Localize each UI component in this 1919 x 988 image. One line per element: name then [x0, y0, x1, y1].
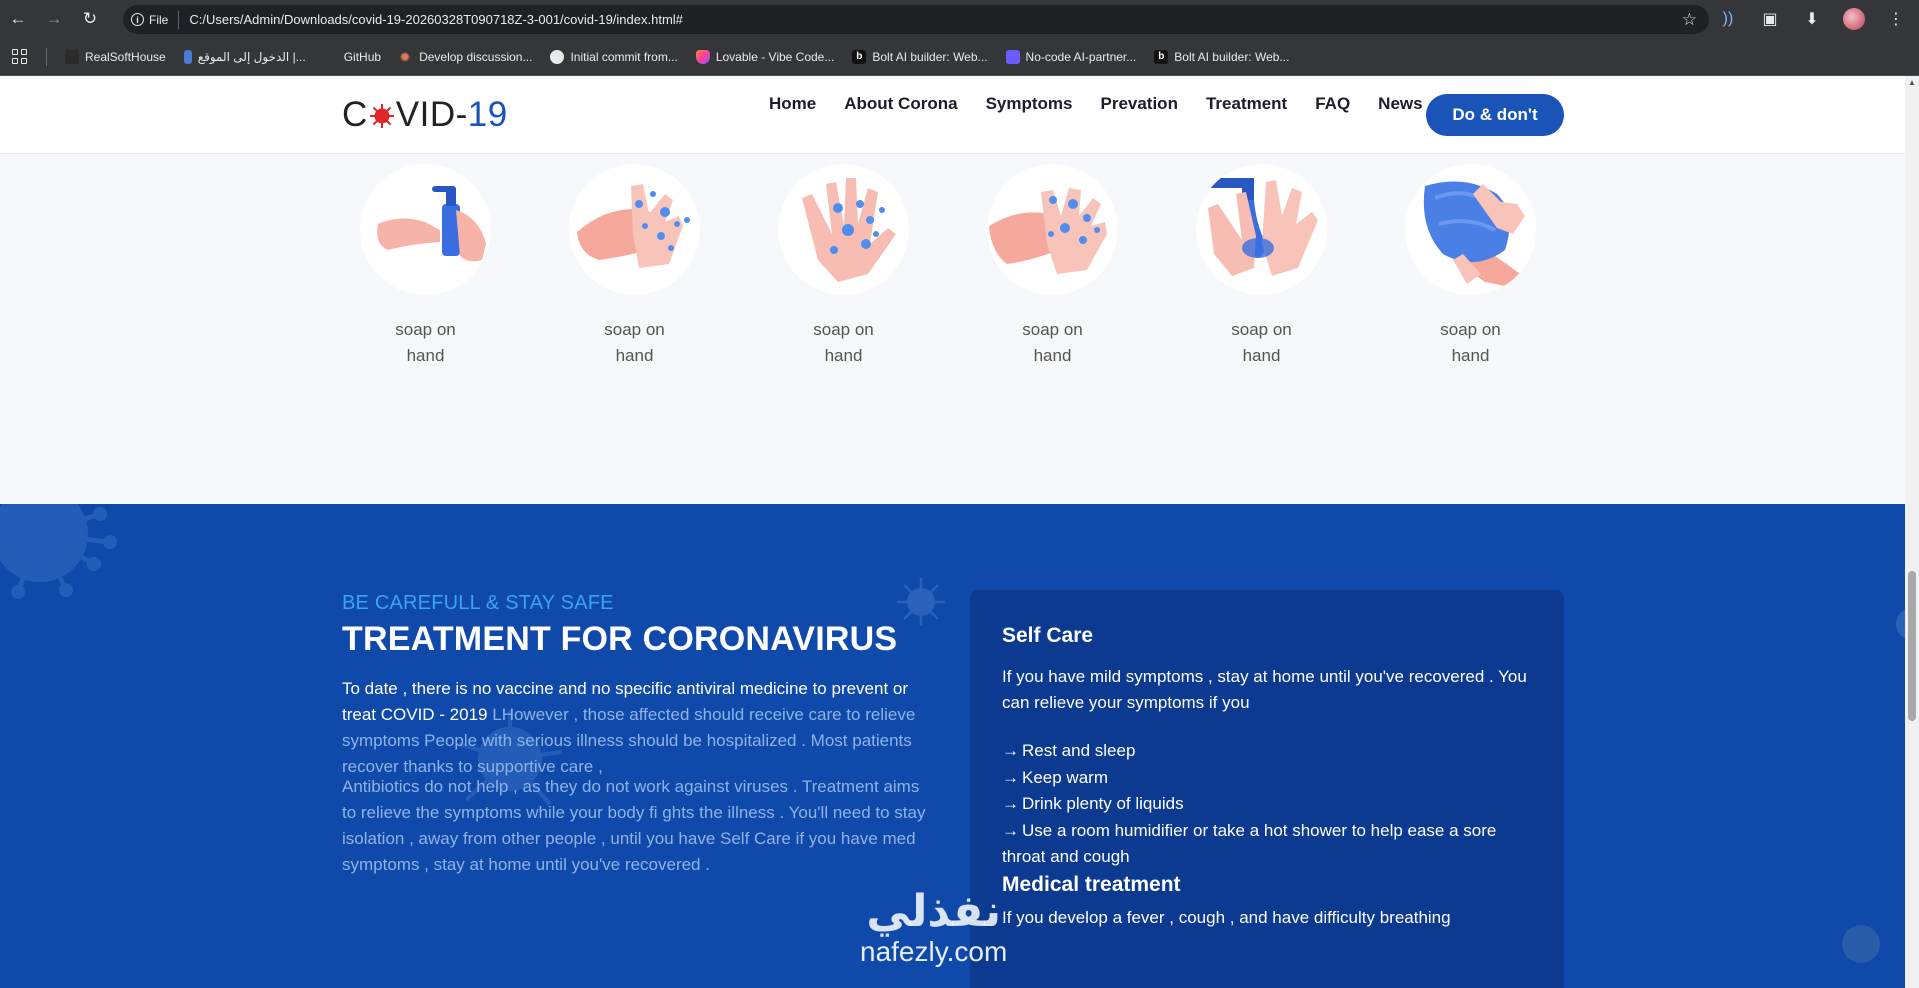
virus-logo-icon — [369, 104, 394, 128]
step-label: soap on hand — [1440, 320, 1501, 365]
list-item: → Keep warm — [1002, 767, 1108, 787]
bookmark-item[interactable]: ✹ Develop discussion... — [399, 50, 532, 64]
arrow-right-icon: → — [1002, 741, 1019, 760]
step-card: soap on hand — [778, 164, 909, 369]
browser-actions: )) ▣ ⬇ ⋮ — [1717, 0, 1919, 38]
bookmark-item[interactable]: GitHub — [324, 50, 381, 64]
address-bar[interactable]: i File C:/Users/Admin/Downloads/covid-19… — [123, 5, 1709, 34]
step-card: soap on hand — [987, 164, 1118, 369]
apps-grid-icon[interactable] — [12, 48, 28, 65]
partner-icon — [1005, 49, 1020, 64]
virus-decoration-icon — [897, 578, 945, 626]
list-item: → Drink plenty of liquids — [1002, 794, 1184, 813]
bolt-icon: b — [1154, 49, 1169, 64]
list-item: → Use a room humidifier or take a hot sho… — [1002, 820, 1497, 867]
step-label: soap on hand — [604, 320, 665, 365]
rsh-icon — [65, 49, 79, 64]
section-title: TREATMENT FOR CORONAVIRUS — [342, 620, 898, 658]
card-intro: If you have mild symptoms , stay at home… — [1002, 667, 1527, 712]
nav-faq[interactable]: FAQ — [1315, 94, 1350, 114]
section-eyebrow: BE CAREFULL & STAY SAFE — [342, 592, 614, 614]
step-label: soap on hand — [395, 320, 456, 365]
url-text[interactable]: C:/Users/Admin/Downloads/covid-19-202603… — [189, 12, 683, 27]
claude-icon: ✹ — [399, 48, 411, 65]
medical-treatment-text: If you develop a fever , cough , and hav… — [1002, 907, 1451, 927]
care-list: → Rest and sleep → Keep warm → Drink plenty… — [1002, 738, 1532, 871]
nav-news[interactable]: News — [1378, 94, 1422, 114]
medical-treatment-title: Medical treatment — [1002, 872, 1181, 896]
step-card: soap on hand — [1405, 164, 1536, 369]
do-and-dont-button[interactable]: Do & don't — [1426, 94, 1564, 136]
extensions-icon[interactable]: ▣ — [1759, 9, 1781, 29]
step-label: soap on hand — [1022, 320, 1083, 365]
arrow-right-icon: → — [1002, 767, 1019, 787]
browser-toolbar: ← → ↻ i File C:/Users/Admin/Downloads/co… — [0, 0, 1919, 38]
main-nav: Home About Corona Symptoms Prevation Tre… — [769, 94, 1423, 114]
hand-sanitizer-icon — [360, 164, 491, 295]
scrubbing-hands-icon — [987, 164, 1118, 295]
nav-home[interactable]: Home — [769, 94, 816, 114]
rinsing-hands-icon — [1196, 164, 1327, 295]
forward-icon[interactable]: → — [36, 0, 72, 38]
drying-hands-icon — [1405, 164, 1536, 295]
virus-decoration-icon — [0, 504, 117, 599]
page-scrollbar[interactable]: ▲ — [1905, 76, 1919, 988]
profile-avatar[interactable] — [1843, 8, 1865, 30]
nafezly-watermark: نفذلي nafezly.com — [860, 890, 1007, 966]
step-card: soap on hand — [569, 164, 700, 369]
bookmark-item[interactable]: b Bolt AI builder: Web... — [852, 49, 988, 64]
treatment-paragraph: Antibiotics do not help , as they do not… — [342, 777, 926, 874]
site-info-chip[interactable]: i File — [131, 10, 180, 29]
step-card: soap on hand — [360, 164, 491, 369]
bookmark-item[interactable]: Lovable - Vibe Code... — [695, 49, 834, 64]
download-icon[interactable]: ⬇ — [1801, 9, 1823, 29]
arrow-right-icon: → — [1002, 820, 1019, 840]
prevention-steps: soap on hand soap on hand soap on hand s… — [360, 164, 1536, 369]
bookmark-item[interactable]: b Bolt AI builder: Web... — [1154, 49, 1289, 64]
nav-prevation[interactable]: Prevation — [1100, 94, 1177, 114]
scroll-up-icon[interactable]: ▲ — [1907, 78, 1917, 87]
lathering-hands-icon — [569, 164, 700, 295]
site-header: C VID- 19 Home About Corona Symptoms Prev… — [0, 76, 1905, 154]
read-aloud-icon[interactable]: )) — [1717, 10, 1739, 28]
bookmarks-bar: RealSoftHouse الدخول إلى الموقع |... Git… — [0, 38, 1919, 76]
list-item: → Rest and sleep — [1002, 741, 1136, 760]
menu-kebab-icon[interactable]: ⋮ — [1885, 9, 1907, 29]
nav-treatment[interactable]: Treatment — [1206, 94, 1287, 114]
reload-icon[interactable]: ↻ — [72, 0, 108, 38]
site-logo[interactable]: C VID- 19 — [342, 95, 508, 135]
bookmark-item[interactable]: No-code AI-partner... — [1005, 49, 1136, 64]
bookmark-item[interactable]: RealSoftHouse — [65, 49, 166, 64]
watermark-latin: nafezly.com — [860, 936, 1008, 967]
bookmark-item[interactable]: Initial commit from... — [550, 49, 678, 64]
bookmarks-separator — [46, 47, 47, 66]
back-icon[interactable]: ← — [0, 0, 36, 38]
info-icon: i — [131, 13, 144, 26]
bookmark-icon — [183, 49, 192, 64]
scroll-thumb[interactable] — [1908, 571, 1916, 721]
watermark-arabic: نفذلي — [866, 886, 1001, 937]
arrow-right-icon: → — [1002, 794, 1019, 813]
step-label: soap on hand — [1231, 320, 1292, 365]
bolt-icon: b — [852, 49, 867, 64]
nav-symptoms[interactable]: Symptoms — [986, 94, 1073, 114]
lovable-icon — [695, 49, 710, 64]
nav-about-corona[interactable]: About Corona — [844, 94, 957, 114]
page-viewport: soap on hand soap on hand soap on hand s… — [0, 76, 1905, 988]
scheme-label: File — [149, 12, 169, 27]
virus-decoration-icon — [1896, 609, 1905, 639]
soapy-hands-icon — [778, 164, 909, 295]
github-icon — [550, 49, 565, 64]
step-card: soap on hand — [1196, 164, 1327, 369]
floating-action-button[interactable] — [1842, 925, 1880, 963]
bookmark-star-icon[interactable]: ☆ — [1682, 10, 1697, 30]
github-blank-icon — [324, 50, 338, 64]
card-title: Self Care — [1002, 624, 1094, 647]
step-label: soap on hand — [813, 320, 874, 365]
bookmark-item[interactable]: الدخول إلى الموقع |... — [183, 49, 306, 64]
treatment-intro: To date , there is no vaccine and no spe… — [342, 676, 937, 780]
self-care-card: Self Care If you have mild symptoms , st… — [970, 590, 1564, 988]
